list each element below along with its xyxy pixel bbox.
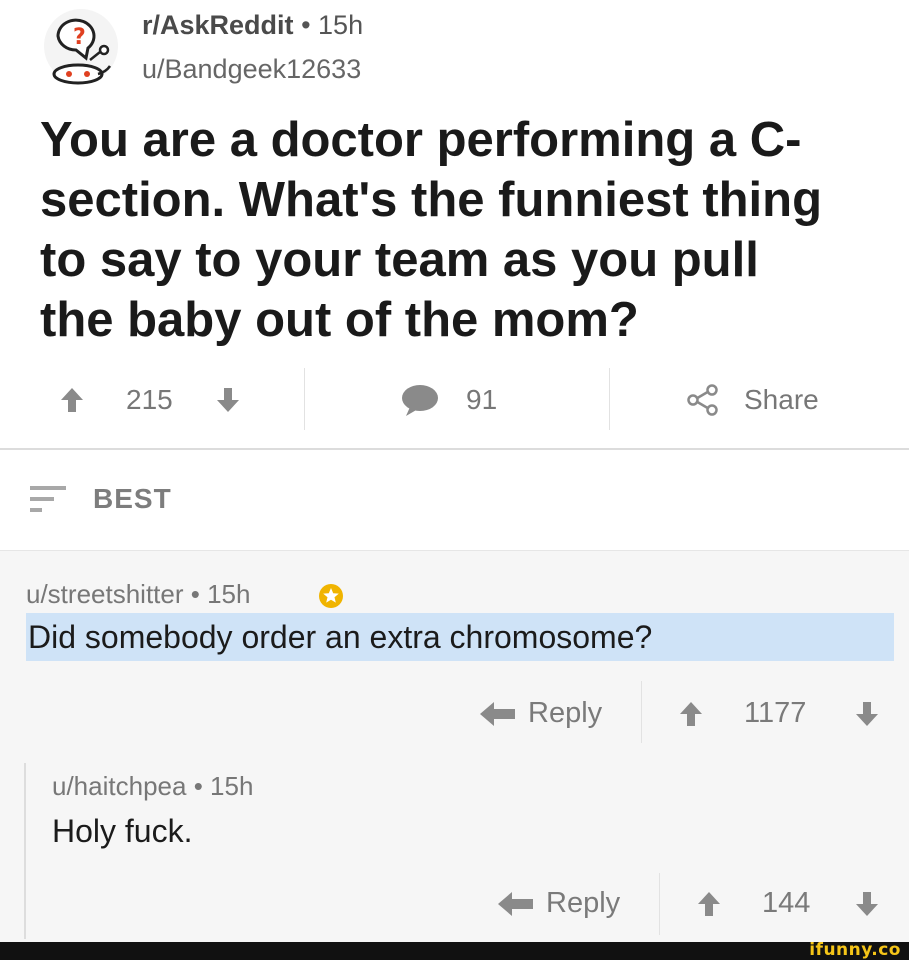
- subreddit-line: r/AskReddit • 15h: [142, 10, 363, 41]
- gold-award-icon[interactable]: [318, 583, 344, 609]
- comment-body: Did somebody order an extra chromosome?: [28, 619, 653, 655]
- comment-meta: u/streetshitter • 15h: [26, 579, 250, 610]
- comment-author[interactable]: u/haitchpea: [52, 771, 186, 801]
- share-icon: [687, 384, 718, 416]
- post-author[interactable]: u/Bandgeek12633: [142, 54, 361, 85]
- post-score: 215: [126, 384, 173, 415]
- askreddit-snoo-icon[interactable]: ?: [38, 8, 124, 88]
- post-header: ? r/AskReddit • 15h u/Bandgeek12633: [0, 0, 909, 100]
- thread-line: [24, 763, 26, 939]
- reply-arrow-icon: [498, 891, 533, 916]
- action-divider: [304, 368, 305, 430]
- sort-row[interactable]: BEST: [0, 450, 909, 550]
- comment-meta: u/haitchpea • 15h: [52, 771, 253, 802]
- upvote-arrow-icon[interactable]: [60, 387, 84, 413]
- reply-button[interactable]: Reply: [498, 887, 620, 920]
- comment-score: 144: [762, 887, 811, 919]
- comment-body: Holy fuck.: [52, 813, 193, 849]
- svg-text:?: ?: [73, 25, 86, 50]
- sort-icon: [30, 486, 66, 512]
- reply-label: Reply: [528, 697, 603, 729]
- comment-age: 15h: [210, 771, 254, 801]
- comment-count: 91: [466, 384, 498, 415]
- downvote-arrow-icon[interactable]: [216, 387, 240, 413]
- share-button[interactable]: Share: [686, 362, 819, 438]
- downvote-arrow-icon[interactable]: [855, 891, 879, 917]
- meta-separator: •: [301, 10, 311, 40]
- subreddit-name[interactable]: r/AskReddit: [142, 10, 294, 40]
- comments-section: u/streetshitter • 15h Did somebody order…: [0, 550, 909, 942]
- comments-button[interactable]: 91: [400, 362, 497, 438]
- share-label: Share: [744, 384, 819, 415]
- comment-score: 1177: [744, 697, 807, 729]
- downvote-arrow-icon[interactable]: [855, 701, 879, 727]
- action-divider: [659, 873, 660, 935]
- sort-label: BEST: [93, 483, 172, 514]
- comment-age: 15h: [207, 579, 251, 609]
- reply-label: Reply: [546, 887, 621, 919]
- upvote-arrow-icon[interactable]: [697, 891, 721, 917]
- comment-bubble-icon: [402, 385, 438, 416]
- reply-button[interactable]: Reply: [480, 697, 602, 730]
- post-action-bar: 215 91 Share: [0, 362, 909, 438]
- comment-author[interactable]: u/streetshitter: [26, 579, 184, 609]
- post-age: 15h: [318, 10, 364, 40]
- watermark-bar: ifunny.co: [0, 940, 909, 960]
- ifunny-watermark: ifunny.co: [809, 940, 901, 960]
- meta-separator: •: [190, 579, 200, 609]
- action-divider: [641, 681, 642, 743]
- meta-separator: •: [193, 771, 203, 801]
- action-divider: [609, 368, 610, 430]
- post-title: You are a doctor performing a C-section.…: [40, 113, 823, 347]
- upvote-arrow-icon[interactable]: [679, 701, 703, 727]
- reply-arrow-icon: [480, 701, 515, 726]
- vote-group: 215: [60, 362, 239, 438]
